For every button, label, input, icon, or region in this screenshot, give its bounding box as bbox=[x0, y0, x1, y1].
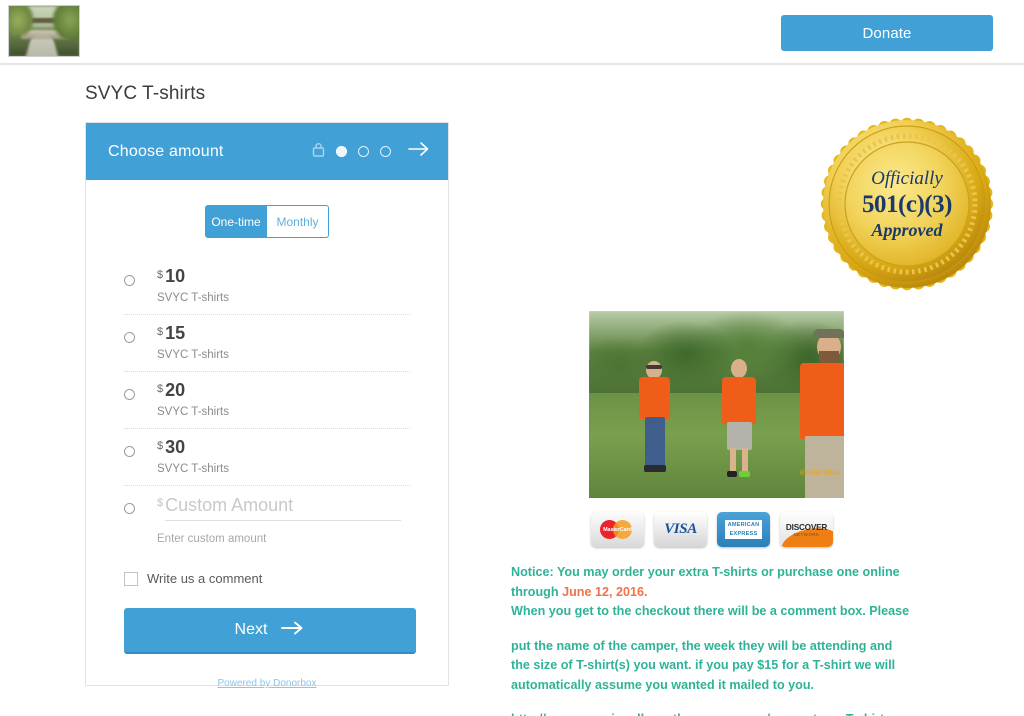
donate-button[interactable]: Donate bbox=[781, 15, 993, 51]
visa-label: VISA bbox=[664, 521, 697, 537]
custom-amount-detail: $ bbox=[157, 495, 402, 521]
frequency-toggle: One-time Monthly bbox=[114, 205, 420, 238]
amount-option-row[interactable]: $ 10 SVYC T-shirts bbox=[124, 258, 410, 315]
seal-line-501c3: 501(c)(3) bbox=[862, 190, 952, 218]
amount-option-list: $ 10 SVYC T-shirts $ 15 SVYC T-shirts $ … bbox=[124, 258, 410, 545]
amount-option-row[interactable]: $ 30 SVYC T-shirts bbox=[124, 429, 410, 486]
donation-form-card: Choose amount One-time Monthly $ 10 SVYC… bbox=[85, 122, 449, 689]
currency-symbol: $ bbox=[157, 269, 164, 281]
powered-by-donorbox-link[interactable]: Powered by Donorbox bbox=[114, 678, 420, 689]
amount-detail: $ 20 SVYC T-shirts bbox=[157, 381, 229, 418]
step-dot-2[interactable] bbox=[358, 146, 369, 157]
amount-radio-custom[interactable] bbox=[124, 503, 135, 514]
notice-text-block: Notice: You may order your extra T-shirt… bbox=[511, 563, 921, 716]
write-comment-row[interactable]: Write us a comment bbox=[124, 571, 420, 586]
lock-icon bbox=[312, 142, 325, 162]
step-dot-1-active[interactable] bbox=[336, 146, 347, 157]
frequency-one-time-button[interactable]: One-time bbox=[205, 205, 267, 238]
notice-deadline-date: June 12, 2016. bbox=[562, 584, 648, 599]
arrow-right-icon bbox=[281, 621, 305, 640]
amex-label: AMERICAN EXPRESS bbox=[724, 520, 763, 539]
notice-line-3: When you get to the checkout there will … bbox=[511, 604, 910, 619]
discover-icon: DISCOVER NETWORK bbox=[780, 512, 833, 547]
amount-value: 10 bbox=[165, 266, 186, 286]
amount-label: SVYC T-shirts bbox=[157, 292, 229, 304]
mastercard-icon: MasterCard bbox=[591, 512, 644, 547]
visa-icon: VISA bbox=[654, 512, 707, 547]
notice-line-4: put the name of the camper, the week the… bbox=[511, 638, 893, 653]
next-button[interactable]: Next bbox=[124, 608, 416, 654]
seal-line-officially: Officially bbox=[871, 168, 943, 190]
tshirt-group-photo: 07/06/2014 bbox=[588, 310, 845, 499]
currency-symbol: $ bbox=[157, 497, 164, 509]
amount-line: $ 20 bbox=[157, 381, 229, 399]
form-body: One-time Monthly $ 10 SVYC T-shirts $ 15… bbox=[86, 180, 448, 689]
currency-symbol: $ bbox=[157, 440, 164, 452]
seal-text: Officially 501(c)(3) Approved bbox=[815, 112, 999, 296]
amount-option-row[interactable]: $ 20 SVYC T-shirts bbox=[124, 372, 410, 429]
amount-radio-30[interactable] bbox=[124, 446, 135, 457]
amount-option-row[interactable]: $ 15 SVYC T-shirts bbox=[124, 315, 410, 372]
amount-label: SVYC T-shirts bbox=[157, 349, 229, 361]
right-content-column: Officially 501(c)(3) Approved 07/06/2014… bbox=[505, 100, 994, 716]
form-header-indicators bbox=[312, 123, 430, 180]
notice-line-6: automatically assume you wanted it maile… bbox=[511, 677, 815, 692]
custom-amount-row[interactable]: $ bbox=[124, 486, 410, 525]
page-root: Donate SVYC T-shirts Choose amount One-t… bbox=[0, 0, 1024, 716]
top-bar: Donate bbox=[0, 0, 1024, 65]
nonprofit-seal: Officially 501(c)(3) Approved bbox=[815, 112, 999, 296]
amount-label: SVYC T-shirts bbox=[157, 406, 229, 418]
discover-label: DISCOVER NETWORK bbox=[785, 522, 828, 537]
write-comment-checkbox[interactable] bbox=[124, 571, 138, 586]
notice-line-7-clipped: http://www.campingallyear.themecamp.org/… bbox=[511, 710, 921, 716]
currency-symbol: $ bbox=[157, 383, 164, 395]
amount-line: $ 15 bbox=[157, 324, 229, 342]
seal-line-approved: Approved bbox=[871, 219, 943, 240]
amount-value: 20 bbox=[165, 380, 186, 400]
photo-timestamp: 07/06/2014 bbox=[799, 470, 839, 478]
amount-detail: $ 10 SVYC T-shirts bbox=[157, 267, 229, 304]
custom-amount-help-text: Enter custom amount bbox=[157, 533, 267, 545]
amount-radio-15[interactable] bbox=[124, 332, 135, 343]
write-comment-label: Write us a comment bbox=[147, 571, 263, 586]
amount-radio-20[interactable] bbox=[124, 389, 135, 400]
frequency-monthly-button[interactable]: Monthly bbox=[267, 205, 329, 238]
amount-radio-10[interactable] bbox=[124, 275, 135, 286]
accepted-payment-cards: MasterCard VISA AMERICAN EXPRESS DISCOVE… bbox=[591, 512, 965, 547]
form-header: Choose amount bbox=[86, 123, 448, 180]
amount-label: SVYC T-shirts bbox=[157, 463, 229, 475]
brand-logo-thumbnail[interactable] bbox=[8, 5, 80, 57]
custom-amount-input[interactable] bbox=[165, 495, 402, 521]
amount-detail: $ 15 SVYC T-shirts bbox=[157, 324, 229, 361]
notice-line-5: the size of T-shirt(s) you want. if you … bbox=[511, 658, 896, 673]
american-express-icon: AMERICAN EXPRESS bbox=[717, 512, 770, 547]
step-dot-3[interactable] bbox=[380, 146, 391, 157]
amount-value: 30 bbox=[165, 437, 186, 457]
custom-amount-line: $ bbox=[157, 495, 402, 521]
amount-line: $ 30 bbox=[157, 438, 229, 456]
amount-value: 15 bbox=[165, 323, 186, 343]
currency-symbol: $ bbox=[157, 326, 164, 338]
notice-through-text: through bbox=[511, 584, 563, 599]
mastercard-label: MasterCard bbox=[603, 526, 632, 533]
next-button-label: Next bbox=[234, 621, 268, 638]
amount-detail: $ 30 SVYC T-shirts bbox=[157, 438, 229, 475]
amount-line: $ 10 bbox=[157, 267, 229, 285]
notice-line-1: Notice: You may order your extra T-shirt… bbox=[511, 565, 900, 579]
notice-line-2: through June 12, 2016. bbox=[511, 583, 921, 603]
arrow-right-icon[interactable] bbox=[408, 141, 430, 162]
page-title: SVYC T-shirts bbox=[85, 83, 206, 104]
form-header-title: Choose amount bbox=[108, 142, 224, 160]
